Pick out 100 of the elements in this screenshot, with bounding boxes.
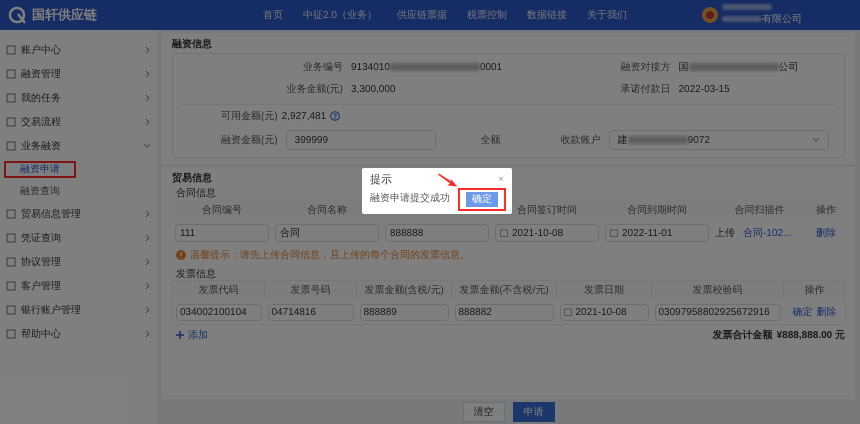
chevron-right-icon — [145, 118, 151, 126]
select-value: 9072 — [688, 134, 710, 148]
sidebar-item[interactable]: 我的任务 — [0, 86, 157, 110]
calendar-icon — [610, 229, 618, 237]
column-header: 发票日期 — [584, 285, 624, 296]
menu-item-icon — [6, 45, 16, 55]
clear-button[interactable]: 清空 — [462, 402, 504, 422]
input-field[interactable]: 888888 — [385, 224, 489, 242]
input-field[interactable]: 888882 — [454, 304, 554, 321]
menu-item-icon — [6, 233, 16, 243]
field-value: 2,927,481 — [282, 110, 326, 124]
amount-input[interactable]: 399999 — [286, 130, 436, 150]
field-value: 0001 — [480, 60, 502, 74]
input-field[interactable]: 03097958802925672916 — [654, 304, 780, 321]
column-header: 操作 — [804, 285, 824, 296]
chevron-down-icon — [812, 137, 820, 143]
column-header: 发票代码 — [198, 285, 238, 296]
sidebar-item[interactable]: 交易流程 — [0, 110, 157, 134]
column-header: 合同编号 — [202, 204, 242, 216]
chevron-right-icon — [145, 94, 151, 102]
avatar-icon[interactable] — [702, 7, 718, 23]
delete-link[interactable]: 删除 — [816, 228, 836, 238]
sidebar-item[interactable]: 账户中心 — [0, 38, 157, 62]
upload-link[interactable]: 上传 — [715, 226, 735, 240]
nav-link[interactable]: 首页 — [263, 8, 283, 22]
input-field[interactable]: 888889 — [360, 304, 448, 321]
submit-button[interactable]: 申请 — [512, 402, 554, 422]
date-field[interactable]: 2021-10-08 — [495, 224, 599, 242]
calendar-icon — [564, 308, 572, 316]
chevron-right-icon — [145, 46, 151, 54]
field-label: 融资对接方 — [620, 60, 672, 74]
input-field[interactable]: 04714816 — [268, 304, 354, 321]
field-value: 国 — [678, 60, 688, 74]
field-label: 可用金额(元) — [221, 110, 278, 124]
date-field[interactable]: 2021-10-08 — [560, 304, 648, 321]
section-title: 融资信息 — [172, 38, 212, 52]
delete-link[interactable]: 删除 — [816, 304, 836, 320]
sidebar-item[interactable]: 协议管理 — [0, 250, 157, 274]
nav-link[interactable]: 供应链票据 — [396, 8, 447, 22]
sidebar-item[interactable]: 融资管理 — [0, 62, 157, 86]
field-label: 融资金额(元) — [221, 134, 279, 148]
sidebar-item[interactable]: 贸易信息管理 — [0, 202, 157, 226]
company-name: 有限公司 — [762, 12, 802, 26]
account-select[interactable]: 建 9072 — [608, 130, 829, 150]
field-label: 业务金额(元) — [285, 82, 344, 96]
date-field[interactable]: 2022-11-01 — [605, 224, 709, 242]
column-header: 发票金额(含税/元) — [364, 285, 444, 296]
section-title: 贸易信息 — [172, 172, 212, 186]
menu-item-icon — [6, 257, 16, 267]
chevron-right-icon — [145, 234, 151, 242]
column-header: 合同名称 — [307, 204, 347, 216]
chevron-right-icon — [145, 330, 151, 338]
nav-link[interactable]: 税票控制 — [466, 8, 507, 22]
menu-item-icon — [6, 305, 16, 315]
field-value: 3,300,000 — [351, 82, 396, 96]
ok-button[interactable]: 确定 — [466, 192, 498, 207]
dialog-title: 提示 — [370, 173, 392, 188]
sidebar-item[interactable]: 帮助中心 — [0, 322, 157, 346]
warning-text: 温馨提示：请先上传合同信息，且上传的每个合同的发票信息。 — [190, 248, 470, 262]
nav-link[interactable]: 关于我们 — [586, 8, 627, 22]
column-header: 发票号码 — [290, 285, 330, 296]
help-icon[interactable] — [330, 111, 340, 121]
chevron-right-icon — [145, 306, 151, 314]
column-header: 合同扫描件 — [734, 204, 784, 216]
column-header: 发票金额(不含税/元) — [459, 285, 549, 296]
add-link[interactable]: 添加 — [176, 328, 208, 342]
submenu-item[interactable]: 融资查询 — [4, 182, 76, 200]
nav-link[interactable]: 数据链接 — [526, 8, 567, 22]
column-header: 操作 — [816, 204, 836, 216]
input-field[interactable]: 111 — [175, 224, 269, 242]
sidebar-item[interactable]: 客户管理 — [0, 274, 157, 298]
sidebar-item[interactable]: 业务融资 — [0, 134, 157, 158]
calendar-icon — [500, 229, 508, 237]
close-button[interactable]: × — [498, 175, 504, 186]
redacted-text — [628, 136, 688, 144]
field-label: 业务编号 — [302, 60, 344, 74]
subsection-title: 发票信息 — [176, 268, 216, 280]
total-value: ¥888,888.00 元 — [776, 328, 845, 342]
field-value: 2022-03-15 — [678, 82, 730, 96]
field-value: 9134010 — [351, 60, 390, 74]
submenu-item[interactable]: 融资申请 — [4, 160, 76, 178]
select-value: 建 — [618, 134, 628, 148]
chevron-down-icon — [143, 143, 151, 149]
sidebar-item[interactable]: 银行账户管理 — [0, 298, 157, 322]
warning-icon — [176, 250, 186, 260]
full-amount-link[interactable]: 全额 — [480, 132, 501, 148]
file-link[interactable]: 合同-102... — [743, 226, 792, 240]
menu-item-icon — [6, 93, 16, 103]
input-field[interactable]: 034002100104 — [176, 304, 262, 321]
nav-link[interactable]: 中征2.0（业务） — [303, 8, 377, 22]
menu-item-icon — [6, 329, 16, 339]
input-field[interactable]: 合同 — [275, 224, 379, 242]
menu-item-icon — [6, 69, 16, 79]
chevron-right-icon — [145, 210, 151, 218]
column-header: 合同签订时间 — [517, 204, 577, 216]
confirm-link[interactable]: 确定 — [792, 304, 812, 320]
column-header: 合同到期时间 — [627, 204, 687, 216]
sidebar-item[interactable]: 凭证查询 — [0, 226, 157, 250]
subsection-title: 合同信息 — [176, 186, 216, 200]
chevron-right-icon — [145, 70, 151, 78]
